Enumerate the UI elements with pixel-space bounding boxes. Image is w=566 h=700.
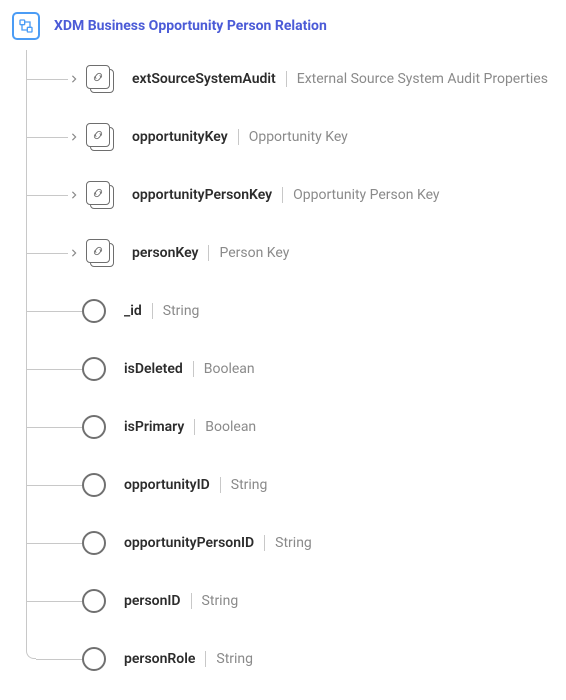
field-row[interactable]: _id String: [26, 282, 554, 340]
expand-chevron-icon[interactable]: [68, 75, 80, 83]
field-label: personRole String: [124, 651, 253, 667]
tree-connector: [26, 601, 82, 602]
schema-icon: [12, 12, 40, 40]
object-field-icon: [86, 239, 114, 267]
divider: [238, 129, 239, 145]
field-name: personKey: [132, 245, 198, 261]
field-type: External Source System Audit Properties: [297, 71, 548, 87]
expand-chevron-icon[interactable]: [68, 191, 80, 199]
tree-connector: [26, 485, 82, 486]
tree-connector: [26, 311, 82, 312]
field-name: extSourceSystemAudit: [132, 71, 276, 87]
field-row[interactable]: extSourceSystemAudit External Source Syst…: [26, 50, 554, 108]
tree-connector: [26, 369, 82, 370]
tree-connector: [36, 659, 82, 660]
divider: [193, 361, 194, 377]
divider: [220, 477, 221, 493]
field-label: personKey Person Key: [132, 245, 289, 261]
field-label: opportunityPersonKey Opportunity Person K…: [132, 187, 440, 203]
divider: [152, 303, 153, 319]
field-type: String: [216, 651, 253, 667]
field-type: Person Key: [219, 245, 289, 261]
tree-connector: [26, 253, 68, 254]
expand-chevron-icon[interactable]: [68, 249, 80, 257]
field-row[interactable]: opportunityPersonKey Opportunity Person K…: [26, 166, 554, 224]
field-name: opportunityPersonID: [124, 535, 254, 551]
field-label: opportunityPersonID String: [124, 535, 312, 551]
scalar-field-icon: [82, 473, 106, 497]
tree-connector: [26, 137, 68, 138]
field-label: _id String: [124, 303, 199, 319]
field-label: isPrimary Boolean: [124, 419, 256, 435]
field-type: String: [275, 535, 312, 551]
scalar-field-icon: [82, 531, 106, 555]
field-type: Boolean: [204, 361, 255, 377]
field-label: isDeleted Boolean: [124, 361, 255, 377]
divider: [286, 71, 287, 87]
field-name: opportunityKey: [132, 129, 228, 145]
field-row[interactable]: opportunityKey Opportunity Key: [26, 108, 554, 166]
tree-connector: [26, 79, 68, 80]
field-label: opportunityID String: [124, 477, 267, 493]
expand-chevron-icon[interactable]: [68, 133, 80, 141]
divider: [208, 245, 209, 261]
field-label: personID String: [124, 593, 238, 609]
field-row[interactable]: opportunityID String: [26, 456, 554, 514]
object-field-icon: [86, 65, 114, 93]
scalar-field-icon: [82, 299, 106, 323]
divider: [205, 651, 206, 667]
tree-connector: [26, 543, 82, 544]
schema-fields: extSourceSystemAudit External Source Syst…: [12, 50, 554, 688]
field-name: isDeleted: [124, 361, 183, 377]
field-type: String: [163, 303, 200, 319]
field-row[interactable]: personRole String: [26, 630, 554, 688]
field-row[interactable]: personID String: [26, 572, 554, 630]
field-type: Opportunity Key: [249, 129, 348, 145]
field-type: String: [202, 593, 239, 609]
field-row[interactable]: isDeleted Boolean: [26, 340, 554, 398]
object-field-icon: [86, 181, 114, 209]
divider: [191, 593, 192, 609]
field-type: Opportunity Person Key: [293, 187, 439, 203]
field-name: opportunityID: [124, 477, 210, 493]
field-name: opportunityPersonKey: [132, 187, 272, 203]
scalar-field-icon: [82, 647, 106, 671]
field-row[interactable]: isPrimary Boolean: [26, 398, 554, 456]
field-label: opportunityKey Opportunity Key: [132, 129, 348, 145]
object-field-icon: [86, 123, 114, 151]
field-name: _id: [124, 303, 142, 319]
field-name: isPrimary: [124, 419, 184, 435]
schema-tree: XDM Business Opportunity Person Relation…: [12, 12, 554, 688]
schema-title: XDM Business Opportunity Person Relation: [54, 18, 327, 34]
divider: [282, 187, 283, 203]
field-name: personID: [124, 593, 181, 609]
field-name: personRole: [124, 651, 195, 667]
field-type: String: [231, 477, 268, 493]
divider: [194, 419, 195, 435]
divider: [264, 535, 265, 551]
tree-connector: [26, 649, 36, 659]
field-row[interactable]: personKey Person Key: [26, 224, 554, 282]
tree-connector: [26, 427, 82, 428]
schema-root-row[interactable]: XDM Business Opportunity Person Relation: [12, 12, 554, 40]
scalar-field-icon: [82, 357, 106, 381]
field-row[interactable]: opportunityPersonID String: [26, 514, 554, 572]
field-type: Boolean: [205, 419, 256, 435]
scalar-field-icon: [82, 415, 106, 439]
tree-connector: [26, 195, 68, 196]
scalar-field-icon: [82, 589, 106, 613]
field-label: extSourceSystemAudit External Source Syst…: [132, 71, 548, 87]
